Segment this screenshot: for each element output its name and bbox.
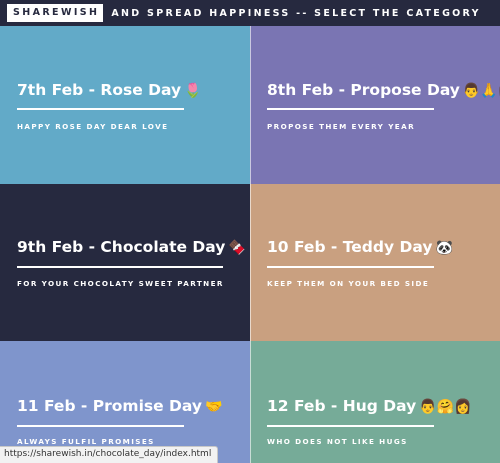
title-underline: [17, 425, 184, 427]
tile-title: 8th Feb - Propose Day👨🙏👩: [267, 81, 500, 99]
tulip-icon: 🌷: [184, 83, 202, 99]
brand-logo[interactable]: SHAREWISH: [7, 4, 104, 22]
top-bar: SHAREWISH AND SPREAD HAPPINESS -- SELECT…: [0, 0, 500, 26]
tile-title: 7th Feb - Rose Day 🌷: [17, 81, 202, 99]
tile-title: 11 Feb - Promise Day 🤝: [17, 397, 223, 415]
title-underline: [267, 108, 434, 110]
header-tagline: AND SPREAD HAPPINESS -- SELECT THE CATEG…: [111, 7, 481, 19]
title-underline: [267, 425, 434, 427]
tile-subtitle: KEEP THEM ON YOUR BED SIDE: [267, 279, 430, 288]
tile-subtitle: FOR YOUR CHOCOLATY SWEET PARTNER: [17, 279, 224, 288]
couple-praying-icon: 👨🙏👩: [462, 83, 500, 99]
category-tile-propose-day[interactable]: 8th Feb - Propose Day👨🙏👩 PROPOSE THEM EV…: [250, 26, 500, 184]
category-grid: 7th Feb - Rose Day 🌷 HAPPY ROSE DAY DEAR …: [0, 26, 500, 463]
title-underline: [17, 266, 223, 268]
tile-title: 10 Feb - Teddy Day 🐼: [267, 238, 453, 256]
category-tile-rose-day[interactable]: 7th Feb - Rose Day 🌷 HAPPY ROSE DAY DEAR …: [0, 26, 250, 184]
status-bar-url: https://sharewish.in/chocolate_day/index…: [0, 446, 219, 463]
hugging-couple-icon: 👨🤗👩: [419, 399, 472, 415]
tile-subtitle: ALWAYS FULFIL PROMISES: [17, 437, 155, 446]
chocolate-bar-icon: 🍫: [228, 240, 246, 256]
handshake-icon: 🤝: [204, 399, 223, 415]
column-divider: [250, 26, 251, 463]
category-tile-hug-day[interactable]: 12 Feb - Hug Day 👨🤗👩 WHO DOES NOT LIKE HU…: [250, 341, 500, 463]
tile-subtitle: WHO DOES NOT LIKE HUGS: [267, 437, 408, 446]
category-tile-teddy-day[interactable]: 10 Feb - Teddy Day 🐼 KEEP THEM ON YOUR BE…: [250, 184, 500, 341]
tile-title: 12 Feb - Hug Day 👨🤗👩: [267, 397, 472, 415]
category-tile-promise-day[interactable]: 11 Feb - Promise Day 🤝 ALWAYS FULFIL PROM…: [0, 341, 250, 463]
tile-subtitle: PROPOSE THEM EVERY YEAR: [267, 122, 416, 131]
title-underline: [17, 108, 184, 110]
tile-title: 9th Feb - Chocolate Day 🍫: [17, 238, 246, 256]
tile-subtitle: HAPPY ROSE DAY DEAR LOVE: [17, 122, 169, 131]
title-underline: [267, 266, 434, 268]
panda-icon: 🐼: [435, 240, 453, 256]
category-tile-chocolate-day[interactable]: 9th Feb - Chocolate Day 🍫 FOR YOUR CHOCOL…: [0, 184, 250, 341]
